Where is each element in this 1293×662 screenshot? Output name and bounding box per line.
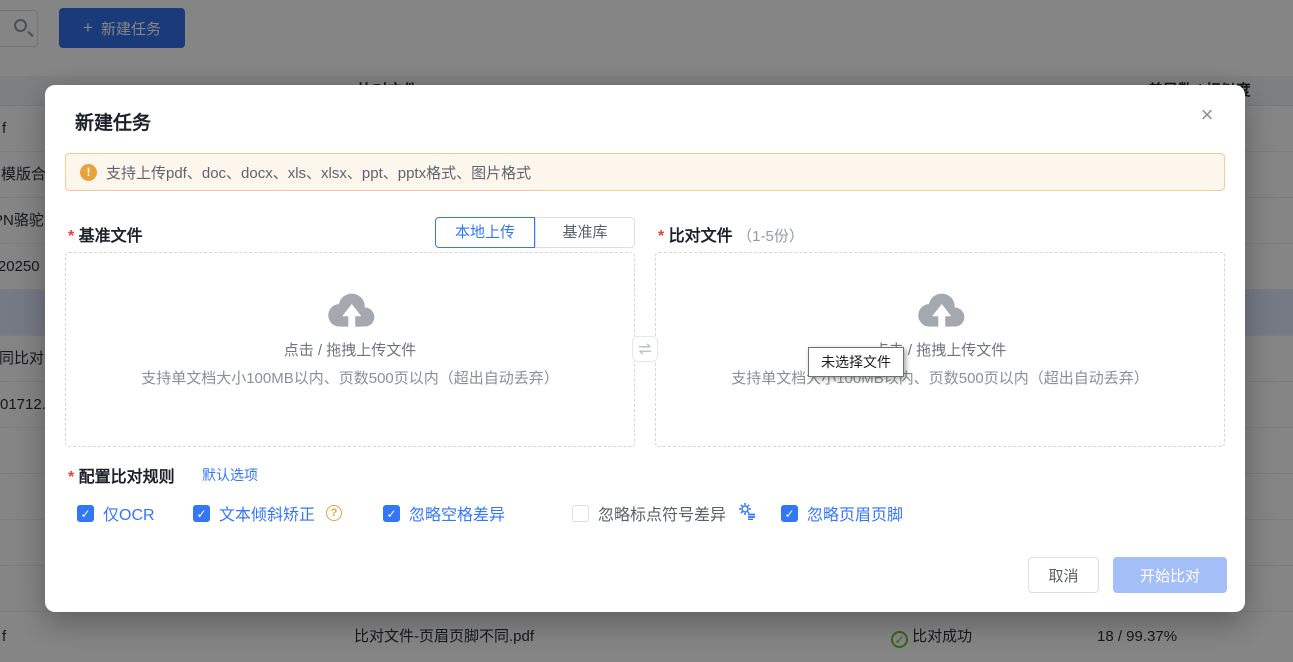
rule-checkbox-checked[interactable]: ✓ 仅OCR	[77, 501, 155, 525]
gear-icon	[737, 501, 757, 520]
compare-file-label-text: 比对文件	[669, 228, 733, 245]
checkbox-checked-icon[interactable]: ✓	[383, 505, 400, 522]
new-task-modal: 新建任务 × ! 支持上传pdf、doc、docx、xls、xlsx、ppt、p…	[45, 85, 1245, 612]
compare-file-label: 比对文件 （1-5份）	[658, 222, 804, 246]
rule-checkbox-checked[interactable]: ✓ 忽略页眉页脚	[781, 501, 903, 525]
warning-icon: !	[80, 164, 97, 181]
checkbox-checked-icon[interactable]: ✓	[193, 505, 210, 522]
checkbox-unchecked-icon[interactable]	[572, 505, 589, 522]
checkbox-checked-icon[interactable]: ✓	[781, 505, 798, 522]
upload-hint-line2: 支持单文档大小100MB以内、页数500页以内（超出自动丢弃）	[731, 367, 1149, 388]
question-icon[interactable]: ?	[326, 505, 342, 521]
tab-base-library[interactable]: 基准库	[535, 217, 635, 248]
base-file-dropzone[interactable]: 点击 / 拖拽上传文件 支持单文档大小100MB以内、页数500页以内（超出自动…	[65, 252, 635, 447]
rule-label: 忽略空格差异	[409, 501, 505, 525]
base-file-label: 基准文件	[68, 222, 143, 246]
rule-label: 忽略页眉页脚	[807, 501, 903, 525]
tab-local-upload[interactable]: 本地上传	[435, 217, 535, 248]
rules-label: 配置比对规则	[68, 463, 175, 487]
default-options-link[interactable]: 默认选项	[202, 465, 258, 485]
no-file-selected-tooltip: 未选择文件	[808, 347, 904, 377]
upload-cloud-icon	[912, 291, 968, 331]
compare-file-dropzone[interactable]: 点击 / 拖拽上传文件 支持单文档大小100MB以内、页数500页以内（超出自动…	[655, 252, 1225, 447]
swap-files-button[interactable]	[632, 336, 658, 362]
upload-hint-line1: 点击 / 拖拽上传文件	[284, 339, 417, 360]
rule-label: 文本倾斜矫正	[219, 501, 315, 525]
rules-options-row: ✓ 仅OCR ✓ 文本倾斜矫正? ✓ 忽略空格差异 忽略标点符号差异 ✓ 忽略页眉页脚	[45, 501, 1245, 525]
punctuation-settings-icon[interactable]	[735, 501, 757, 525]
rule-label: 忽略标点符号差异	[598, 501, 726, 525]
compare-file-count-hint: （1-5份）	[737, 228, 804, 245]
upload-cloud-icon	[322, 291, 378, 331]
checkbox-checked-icon[interactable]: ✓	[77, 505, 94, 522]
rule-label: 仅OCR	[103, 501, 155, 525]
upload-hint-line2: 支持单文档大小100MB以内、页数500页以内（超出自动丢弃）	[141, 367, 559, 388]
rule-checkbox-checked[interactable]: ✓ 忽略空格差异	[383, 501, 505, 525]
base-file-source-tabs: 本地上传 基准库	[435, 217, 635, 248]
cancel-button[interactable]: 取消	[1028, 557, 1099, 593]
rule-checkbox-unchecked[interactable]: 忽略标点符号差异	[572, 501, 757, 525]
format-alert-text: 支持上传pdf、doc、docx、xls、xlsx、ppt、pptx格式、图片格…	[106, 162, 531, 183]
format-alert: ! 支持上传pdf、doc、docx、xls、xlsx、ppt、pptx格式、图…	[65, 153, 1225, 191]
rule-checkbox-checked[interactable]: ✓ 文本倾斜矫正?	[193, 501, 342, 525]
close-icon[interactable]: ×	[1193, 101, 1221, 129]
start-compare-button[interactable]: 开始比对	[1113, 557, 1227, 593]
swap-arrows-icon	[638, 343, 652, 355]
app-root: + 新建任务 比对文件 差异数 / 相似度 f模版合同PN骆驼|20250合同比…	[0, 0, 1293, 662]
modal-title: 新建任务	[75, 108, 151, 135]
